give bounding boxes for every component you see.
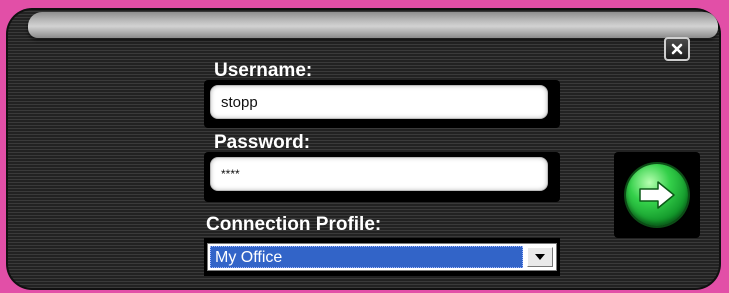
login-button[interactable]: [626, 164, 688, 226]
close-button[interactable]: [664, 37, 690, 61]
chevron-down-icon: [535, 254, 545, 260]
dropdown-button[interactable]: [527, 247, 553, 267]
connection-profile-frame: My Office: [204, 238, 560, 276]
login-button-frame: [614, 152, 700, 238]
connection-profile-label: Connection Profile:: [206, 214, 382, 235]
connection-profile-selected[interactable]: My Office: [210, 246, 523, 268]
connection-profile-select[interactable]: My Office: [207, 243, 557, 271]
password-label: Password:: [214, 132, 311, 153]
panel-title-bar[interactable]: [28, 12, 718, 38]
arrow-right-icon: [639, 181, 675, 209]
close-icon: [671, 43, 683, 55]
username-input[interactable]: [210, 85, 548, 119]
username-label: Username:: [214, 60, 313, 81]
password-input[interactable]: [210, 157, 548, 191]
